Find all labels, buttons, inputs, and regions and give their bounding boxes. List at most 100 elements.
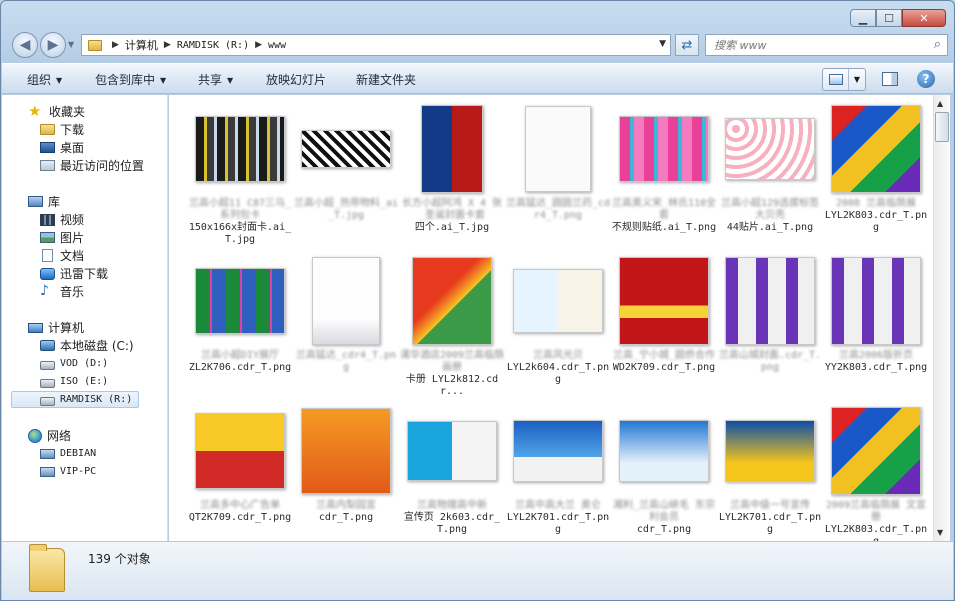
scroll-thumb[interactable]	[935, 112, 949, 142]
nav-drive-c[interactable]: 本地磁盘 (C:)	[40, 337, 134, 354]
thumbnail-image	[412, 257, 492, 345]
thumbnail-image	[312, 257, 380, 345]
address-dropdown-icon[interactable]: ▼	[659, 39, 666, 49]
file-item[interactable]: 兰高小超DIY展厅 ZL2K706.cdr_T.png	[187, 253, 293, 374]
nav-recent[interactable]: 最近访问的位置	[40, 157, 144, 174]
file-item[interactable]: 兰高中级一号宣传 LYL2K701.cdr_T.png	[717, 403, 823, 536]
file-item[interactable]: 兰高猛达_圆圆兰药_cdr4_T.png	[505, 101, 611, 222]
navigation-row: ◀ ▶ ▼ ▶ 计算机 ▶ RAMDISK (R:) ▶ www ▼ ⇄ ⌕	[9, 32, 948, 58]
new-folder-button[interactable]: 新建文件夹	[356, 71, 416, 88]
nav-videos[interactable]: 视频	[40, 211, 84, 228]
file-name-visible: 四个.ai_T.jpg	[414, 222, 490, 233]
change-view-button[interactable]: ▼	[822, 68, 866, 91]
search-box[interactable]: ⌕	[705, 34, 948, 56]
preview-pane-icon[interactable]	[882, 72, 898, 86]
nav-downloads[interactable]: 下载	[40, 121, 84, 138]
nav-debian[interactable]: DEBIAN	[40, 445, 96, 462]
close-button[interactable]: ✕	[902, 9, 946, 27]
thunder-icon	[40, 267, 55, 280]
file-item[interactable]: 湘利_兰高山峡毛 东宗利会员 cdr_T.png	[611, 403, 717, 536]
breadcrumb-computer[interactable]: 计算机	[125, 37, 158, 53]
file-item[interactable]: 兰高2006版折页 YY2K803.cdr_T.png	[823, 253, 929, 374]
file-item[interactable]: 2008 兰高临荫展 LYL2K803.cdr_T.png	[823, 101, 929, 234]
nav-drive-d[interactable]: VOD (D:)	[40, 355, 108, 372]
drive-icon	[40, 378, 55, 388]
include-in-library-menu[interactable]: 包含到库中 ▼	[95, 71, 166, 88]
refresh-button[interactable]: ⇄	[675, 34, 699, 56]
nav-thunder-downloads[interactable]: 迅雷下载	[40, 265, 108, 282]
chevron-down-icon[interactable]: ▼	[849, 69, 865, 90]
back-button[interactable]: ◀	[12, 32, 38, 58]
breadcrumb-www[interactable]: www	[268, 40, 286, 51]
file-name: 兰高风光贝 LYL2k604.cdr_T.png	[505, 350, 611, 386]
organize-menu[interactable]: 组织 ▼	[27, 71, 62, 88]
file-item[interactable]: 兰高小超129选拔标签 大贝壳 44贴片.ai_T.png	[717, 101, 823, 234]
breadcrumb-separator[interactable]: ▶	[112, 40, 119, 50]
slideshow-button[interactable]: 放映幻灯片	[266, 71, 326, 88]
nav-vip-pc[interactable]: VIP-PC	[40, 463, 96, 480]
file-item[interactable]: 兰高猛达_cdr4_T.png	[293, 253, 399, 374]
search-icon[interactable]: ⌕	[934, 37, 941, 52]
item-count: 139 个对象	[88, 552, 151, 566]
address-bar[interactable]: ▶ 计算机 ▶ RAMDISK (R:) ▶ www ▼	[81, 34, 671, 56]
file-item[interactable]: 兰高山城封面.cdr_T.png	[717, 253, 823, 374]
share-menu[interactable]: 共享 ▼	[198, 71, 233, 88]
breadcrumb-separator[interactable]: ▶	[255, 40, 262, 50]
nav-documents[interactable]: 文档	[40, 247, 84, 264]
breadcrumb-separator[interactable]: ▶	[164, 40, 171, 50]
file-name: 2008 兰高临荫展 LYL2K803.cdr_T.png	[823, 198, 929, 234]
details-pane: 139 个对象	[2, 541, 953, 600]
nav-favorites[interactable]: ★ 收藏夹	[28, 103, 85, 120]
file-item[interactable]: 兰高_宁小城_圆侨合作 WD2K709.cdr_T.png	[611, 253, 717, 374]
nav-network-label: 网络	[47, 429, 72, 443]
file-name-blurred: 兰高山城封面.cdr_T.png	[718, 350, 822, 373]
file-name: 兰高山城封面.cdr_T.png	[717, 350, 823, 374]
recent-pages-dropdown[interactable]: ▼	[68, 40, 74, 49]
nav-vip-pc-label: VIP-PC	[60, 466, 97, 477]
vertical-scrollbar[interactable]: ▲ ▼	[933, 95, 950, 541]
forward-button[interactable]: ▶	[40, 32, 66, 58]
file-name: 兰高_宁小城_圆侨合作 WD2K709.cdr_T.png	[611, 350, 717, 374]
maximize-button[interactable]: ☐	[876, 9, 902, 27]
file-item[interactable]: 兰高中高大兰 奥仑 LYL2K701.cdr_T.png	[505, 403, 611, 536]
nav-network[interactable]: 网络	[28, 427, 71, 444]
file-item[interactable]: 兰高多中心广告单 QT2K709.cdr_T.png	[187, 403, 293, 524]
file-item[interactable]: 濡华酒店2009兰高临荫画册 卡册 LYL2k812.cdr...	[399, 253, 505, 398]
file-item[interactable]: 兰高小超11 C87三乌_系列包卡 150x166x封面卡.ai_T.jpg	[187, 101, 293, 246]
search-input[interactable]	[714, 38, 914, 52]
file-name-blurred: 兰高小超11 C87三乌_系列包卡	[188, 198, 292, 221]
scroll-up-icon[interactable]: ▲	[937, 99, 943, 108]
file-name-blurred: 兰高小超129选拔标签 大贝壳	[720, 198, 820, 221]
file-thumbnail	[505, 101, 611, 197]
nav-drive-r[interactable]: RAMDISK (R:)	[11, 391, 139, 408]
file-item[interactable]: 兰高奥义宋_林氏110全套 不规则贴纸.ai_T.png	[611, 101, 717, 234]
nav-videos-label: 视频	[60, 213, 85, 227]
help-icon[interactable]: ?	[917, 70, 935, 88]
file-item[interactable]: 2009兰高临荫展 文宣册LYL2K803.cdr_T.png	[823, 403, 929, 541]
thumbnail-image	[195, 268, 285, 334]
thumbnail-image	[725, 118, 815, 180]
file-name: 兰高小超11 C87三乌_系列包卡 150x166x封面卡.ai_T.jpg	[187, 198, 293, 246]
file-thumbnail	[611, 253, 717, 349]
file-thumbnail	[187, 101, 293, 197]
file-item[interactable]: 长方小超阿鸿 X 4 张_圣诞封面卡套 四个.ai_T.jpg	[399, 101, 505, 234]
file-item[interactable]: 兰高风光贝 LYL2k604.cdr_T.png	[505, 253, 611, 386]
nav-music[interactable]: ♪ 音乐	[40, 283, 84, 300]
file-item[interactable]: 兰高内梨园宣 cdr_T.png	[293, 403, 399, 524]
thumbnail-image	[301, 408, 391, 494]
nav-drive-e[interactable]: ISO (E:)	[40, 373, 108, 390]
file-name: 兰高奥义宋_林氏110全套 不规则贴纸.ai_T.png	[611, 198, 717, 234]
file-name-blurred: 兰高多中心广告单	[200, 500, 280, 511]
file-item[interactable]: 兰高物理高中新 宣传页 2k603.cdr_T.png	[399, 403, 505, 536]
nav-documents-label: 文档	[60, 249, 85, 263]
minimize-button[interactable]: ▁	[850, 9, 876, 27]
nav-computer[interactable]: 计算机	[28, 319, 84, 336]
nav-libraries[interactable]: 库	[28, 193, 60, 210]
file-item[interactable]: 兰高小超_热带物料_ai_T.jpg	[293, 101, 399, 222]
nav-pictures[interactable]: 图片	[40, 229, 84, 246]
nav-desktop[interactable]: 桌面	[40, 139, 84, 156]
breadcrumb-ramdisk[interactable]: RAMDISK (R:)	[177, 40, 249, 51]
file-name-visible: 卡册 LYL2k812.cdr...	[405, 374, 499, 397]
scroll-down-icon[interactable]: ▼	[937, 528, 943, 537]
file-name: 兰高小超DIY展厅 ZL2K706.cdr_T.png	[187, 350, 293, 374]
